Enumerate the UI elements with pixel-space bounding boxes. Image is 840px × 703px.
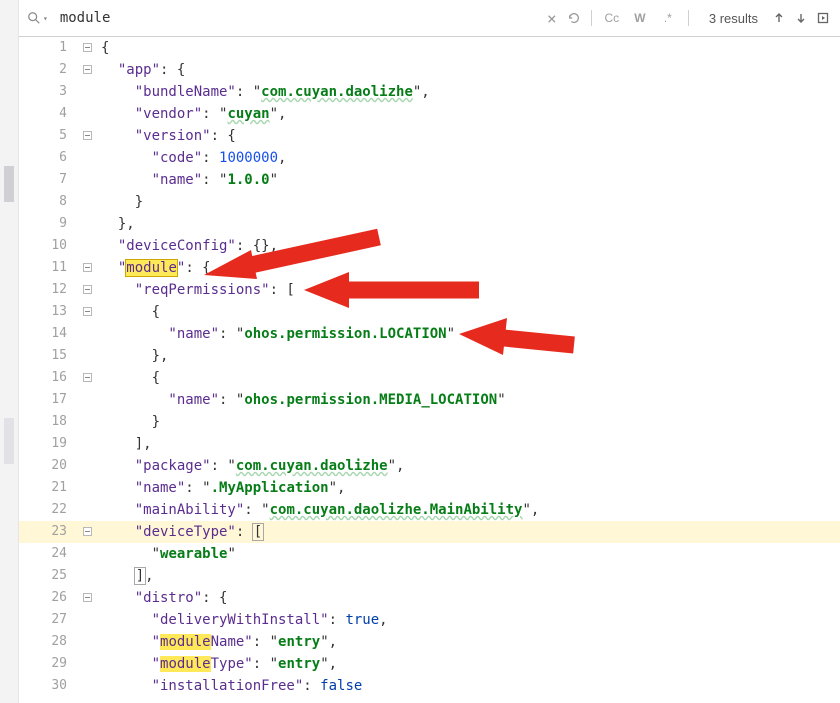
find-bar: ▾ × Cc W .* 3 results xyxy=(19,0,840,37)
line-number: 10 xyxy=(19,235,81,257)
code-line[interactable]: "reqPermissions": [ xyxy=(101,279,840,301)
search-match: module xyxy=(160,656,211,672)
prev-match-button[interactable] xyxy=(768,7,790,29)
code-line[interactable]: "deviceConfig": {}, xyxy=(101,235,840,257)
line-number: 8 xyxy=(19,191,81,213)
code-lines: 1 { 2 "app": { 3 "bundleName": "com.cuyan… xyxy=(19,37,840,697)
code-line[interactable]: "package": "com.cuyan.daolizhe", xyxy=(101,455,840,477)
code-line[interactable]: }, xyxy=(101,345,840,367)
search-match: module xyxy=(126,260,177,276)
line-number: 16 xyxy=(19,367,81,389)
next-match-button[interactable] xyxy=(790,7,812,29)
line-number: 17 xyxy=(19,389,81,411)
search-icon-group[interactable]: ▾ xyxy=(25,11,54,25)
regex-toggle[interactable]: .* xyxy=(654,7,682,29)
code-line[interactable]: } xyxy=(101,191,840,213)
code-line[interactable]: "moduleName": "entry", xyxy=(101,631,840,653)
line-number: 25 xyxy=(19,565,81,587)
code-line[interactable]: { xyxy=(101,37,840,59)
line-number: 11 xyxy=(19,257,81,279)
line-number: 30 xyxy=(19,675,81,697)
code-line[interactable]: "moduleType": "entry", xyxy=(101,653,840,675)
code-line[interactable]: "name": ".MyApplication", xyxy=(101,477,840,499)
code-line[interactable]: "vendor": "cuyan", xyxy=(101,103,840,125)
history-icon[interactable] xyxy=(563,7,585,29)
side-marker xyxy=(4,166,14,202)
code-line[interactable]: }, xyxy=(101,213,840,235)
line-number: 6 xyxy=(19,147,81,169)
code-line[interactable]: ], xyxy=(101,565,840,587)
code-line[interactable]: "name": "ohos.permission.MEDIA_LOCATION" xyxy=(101,389,840,411)
code-line[interactable]: } xyxy=(101,411,840,433)
code-line[interactable]: "installationFree": false xyxy=(101,675,840,697)
code-line[interactable]: "bundleName": "com.cuyan.daolizhe", xyxy=(101,81,840,103)
match-case-toggle[interactable]: Cc xyxy=(598,7,626,29)
code-line[interactable]: "wearable" xyxy=(101,543,840,565)
side-ribbon xyxy=(0,0,19,703)
find-controls: × Cc W .* xyxy=(541,7,695,29)
line-number: 1 xyxy=(19,37,81,59)
line-number: 5 xyxy=(19,125,81,147)
code-line[interactable]: "name": "ohos.permission.LOCATION" xyxy=(101,323,840,345)
line-number: 13 xyxy=(19,301,81,323)
line-number: 2 xyxy=(19,59,81,81)
line-number: 4 xyxy=(19,103,81,125)
bracket-open: [ xyxy=(253,524,263,540)
line-number: 15 xyxy=(19,345,81,367)
search-match: module xyxy=(160,634,211,650)
line-number: 26 xyxy=(19,587,81,609)
results-count: 3 results xyxy=(695,11,768,26)
line-number: 19 xyxy=(19,433,81,455)
code-line[interactable]: { xyxy=(101,367,840,389)
code-editor[interactable]: 1 { 2 "app": { 3 "bundleName": "com.cuyan… xyxy=(19,37,840,703)
code-line[interactable]: "mainAbility": "com.cuyan.daolizhe.MainA… xyxy=(101,499,840,521)
line-number: 28 xyxy=(19,631,81,653)
line-number: 18 xyxy=(19,411,81,433)
code-line[interactable]: "name": "1.0.0" xyxy=(101,169,840,191)
search-icon xyxy=(27,11,41,25)
chevron-down-icon: ▾ xyxy=(41,14,48,23)
line-number: 12 xyxy=(19,279,81,301)
code-line[interactable]: ], xyxy=(101,433,840,455)
bracket-close: ] xyxy=(135,568,145,584)
line-number: 22 xyxy=(19,499,81,521)
line-number: 14 xyxy=(19,323,81,345)
find-navigation xyxy=(768,7,834,29)
code-line[interactable]: "deviceType": [ xyxy=(101,521,840,543)
line-number: 27 xyxy=(19,609,81,631)
line-number: 3 xyxy=(19,81,81,103)
line-number: 21 xyxy=(19,477,81,499)
line-number: 23 xyxy=(19,521,81,543)
line-number: 9 xyxy=(19,213,81,235)
search-input[interactable] xyxy=(54,6,541,30)
code-line[interactable]: "deliveryWithInstall": true, xyxy=(101,609,840,631)
code-line[interactable]: "app": { xyxy=(101,59,840,81)
side-marker xyxy=(4,418,14,464)
line-number: 7 xyxy=(19,169,81,191)
code-line[interactable]: "distro": { xyxy=(101,587,840,609)
open-tool-window-icon[interactable] xyxy=(812,7,834,29)
clear-icon[interactable]: × xyxy=(541,7,563,29)
line-number: 29 xyxy=(19,653,81,675)
line-number: 20 xyxy=(19,455,81,477)
whole-word-toggle[interactable]: W xyxy=(626,7,654,29)
code-line[interactable]: "code": 1000000, xyxy=(101,147,840,169)
line-number: 24 xyxy=(19,543,81,565)
code-line[interactable]: "module": { xyxy=(101,257,840,279)
code-line[interactable]: { xyxy=(101,301,840,323)
code-line[interactable]: "version": { xyxy=(101,125,840,147)
